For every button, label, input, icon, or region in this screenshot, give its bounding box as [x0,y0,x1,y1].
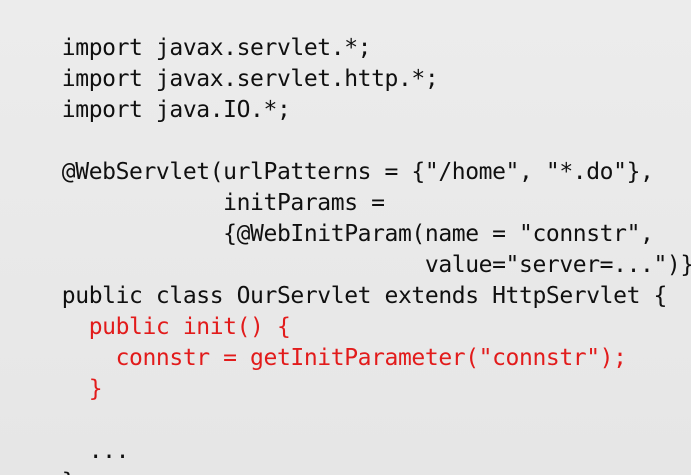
code-line-14: ... [0,405,691,464]
code-line-text: } [62,467,76,475]
code-line-6: initParams = [0,157,691,216]
code-line-2: import javax.servlet.http.*; [0,33,691,92]
code-line-7: {@WebInitParam(name = "connstr", [0,188,691,247]
code-line-15: } [0,436,691,475]
code-line-3: import java.IO.*; [0,64,691,123]
code-line-10-highlighted: public init() { [0,281,691,340]
code-line-8: value="server=...")}) [0,219,691,278]
code-line-5: @WebServlet(urlPatterns = {"/home", "*.d… [0,126,691,185]
code-line-12-highlighted: } [0,343,691,402]
code-line-1: import javax.servlet.*; [0,2,691,61]
code-panel: import javax.servlet.*; import javax.ser… [0,0,691,475]
code-line-11-highlighted: connstr = getInitParameter("connstr"); [0,312,691,371]
code-line-9: public class OurServlet extends HttpServ… [0,250,691,309]
